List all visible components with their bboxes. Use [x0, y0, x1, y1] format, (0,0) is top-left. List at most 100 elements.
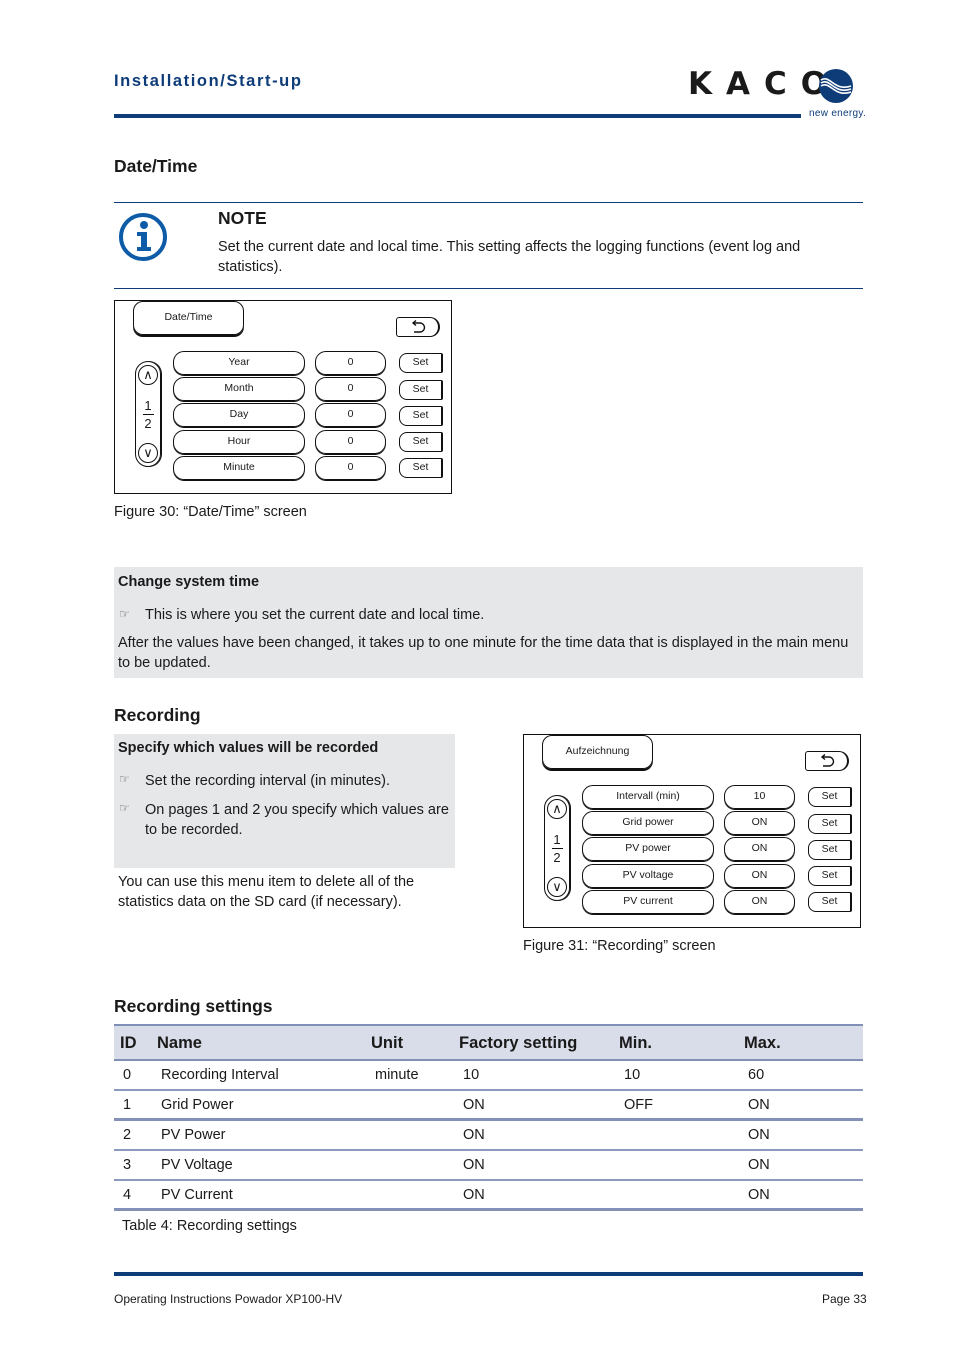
field-value-interval[interactable]: 10	[724, 785, 795, 809]
cell-factory: 10	[463, 1067, 480, 1083]
set-minute-button[interactable]: Set	[399, 458, 443, 478]
instruction-title: Change system time	[118, 574, 260, 590]
pointing-hand-icon: ☞	[119, 772, 130, 786]
footer-rule	[114, 1272, 863, 1276]
screen-title-tab: Date/Time	[133, 301, 244, 335]
figure-30-caption: Figure 30: “Date/Time” screen	[114, 504, 307, 520]
field-value-year[interactable]: 0	[315, 351, 386, 375]
change-system-time-box: Change system time ☞ This is where you s…	[114, 567, 863, 678]
instruction-bullet: On pages 1 and 2 you specify which value…	[145, 802, 449, 838]
section-title: Installation/Start-up	[114, 72, 303, 90]
kaco-logo-icon	[819, 69, 853, 103]
recording-heading: Recording	[114, 705, 201, 725]
back-button[interactable]	[805, 751, 849, 771]
table-row: 2 PV Power ON ON	[114, 1121, 863, 1151]
field-label-grid-power: Grid power	[582, 811, 714, 835]
scroll-down-button[interactable]: ∨	[547, 877, 567, 897]
back-arrow-icon	[411, 320, 425, 333]
field-label-hour: Hour	[173, 430, 305, 454]
field-label-pv-voltage: PV voltage	[582, 864, 714, 888]
scroll-down-button[interactable]: ∨	[138, 443, 158, 463]
scroll-up-button[interactable]: ∧	[547, 799, 567, 819]
field-label-pv-power: PV power	[582, 837, 714, 861]
scroll-up-button[interactable]: ∧	[138, 365, 158, 385]
cell-name: Recording Interval	[161, 1067, 279, 1083]
page-indicator: 1 2	[136, 398, 160, 431]
table-row: 3 PV Voltage ON ON	[114, 1151, 863, 1181]
field-value-month[interactable]: 0	[315, 377, 386, 401]
page-total: 2	[144, 416, 152, 431]
cell-factory: ON	[463, 1157, 485, 1173]
pointing-hand-icon: ☞	[119, 801, 130, 815]
field-value-grid-power[interactable]: ON	[724, 811, 795, 835]
cell-factory: ON	[463, 1127, 485, 1143]
cell-id: 2	[123, 1127, 132, 1143]
cell-factory: ON	[463, 1097, 485, 1113]
set-interval-button[interactable]: Set	[808, 787, 852, 807]
note-divider-bottom	[114, 288, 863, 289]
cell-min: 10	[624, 1067, 641, 1083]
column-header: ID	[120, 1034, 137, 1052]
field-value-hour[interactable]: 0	[315, 430, 386, 454]
cell-id: 0	[123, 1067, 132, 1083]
cell-min: OFF	[624, 1097, 653, 1113]
page-indicator: 1 2	[545, 832, 569, 865]
field-label-year: Year	[173, 351, 305, 375]
screen-title-tab: Aufzeichnung	[542, 735, 653, 769]
header-rule	[114, 114, 801, 118]
page-current: 1	[144, 398, 152, 413]
cell-max: ON	[748, 1187, 770, 1203]
set-day-button[interactable]: Set	[399, 406, 443, 426]
chevron-up-icon: ∧	[143, 367, 153, 382]
table-row: 1 Grid Power ON OFF ON	[114, 1091, 863, 1121]
field-label-month: Month	[173, 377, 305, 401]
recording-screen: Aufzeichnung ∧ 1 2 ∨ Intervall (min) 10 …	[523, 734, 861, 928]
chevron-up-icon: ∧	[552, 801, 562, 816]
instruction-bullet: This is where you set the current date a…	[145, 607, 485, 623]
recording-text: You can use this menu item to delete all…	[118, 874, 415, 910]
cell-id: 1	[123, 1097, 132, 1113]
table-row: 0 Recording Interval minute 10 10 60	[114, 1061, 863, 1091]
field-value-pv-voltage[interactable]: ON	[724, 864, 795, 888]
column-header: Factory setting	[459, 1034, 578, 1052]
cell-max: ON	[748, 1157, 770, 1173]
set-year-button[interactable]: Set	[399, 353, 443, 373]
cell-name: Grid Power	[161, 1097, 234, 1113]
figure-31-caption: Figure 31: “Recording” screen	[523, 938, 716, 954]
set-pv-voltage-button[interactable]: Set	[808, 866, 852, 886]
note-title: NOTE	[218, 208, 267, 228]
cell-name: PV Power	[161, 1127, 226, 1143]
set-pv-power-button[interactable]: Set	[808, 840, 852, 860]
set-grid-power-button[interactable]: Set	[808, 814, 852, 834]
cell-name: PV Voltage	[161, 1157, 233, 1173]
recording-settings-heading: Recording settings	[114, 996, 273, 1016]
set-month-button[interactable]: Set	[399, 380, 443, 400]
page-scroller: ∧ 1 2 ∨	[544, 795, 570, 901]
table-4-caption: Table 4: Recording settings	[122, 1218, 297, 1234]
field-value-minute[interactable]: 0	[315, 456, 386, 480]
set-pv-current-button[interactable]: Set	[808, 892, 852, 912]
back-button[interactable]	[396, 317, 440, 337]
instruction-bullet: Set the recording interval (in minutes).	[145, 773, 390, 789]
note-divider-top	[114, 202, 863, 203]
column-header: Max.	[744, 1034, 781, 1052]
field-label-pv-current: PV current	[582, 890, 714, 914]
field-label-minute: Minute	[173, 456, 305, 480]
cell-name: PV Current	[161, 1187, 233, 1203]
recording-settings-table: ID Name Unit Factory setting Min. Max. 0…	[114, 1024, 863, 1211]
date-time-screen: Date/Time ∧ 1 2 ∨ Year 0 Set Month 0 Set…	[114, 300, 452, 494]
field-value-pv-power[interactable]: ON	[724, 837, 795, 861]
field-label-day: Day	[173, 403, 305, 427]
page-current: 1	[553, 832, 561, 847]
table-header: ID Name Unit Factory setting Min. Max.	[114, 1024, 863, 1061]
cell-max: 60	[748, 1067, 765, 1083]
cell-factory: ON	[463, 1187, 485, 1203]
field-value-day[interactable]: 0	[315, 403, 386, 427]
set-hour-button[interactable]: Set	[399, 432, 443, 452]
page-scroller: ∧ 1 2 ∨	[135, 361, 161, 467]
cell-id: 3	[123, 1157, 132, 1173]
recording-instruction-box: Specify which values will be recorded ☞ …	[114, 734, 455, 868]
cell-max: ON	[748, 1097, 770, 1113]
field-value-pv-current[interactable]: ON	[724, 890, 795, 914]
note-text: Set the current date and local time. Thi…	[218, 239, 801, 275]
